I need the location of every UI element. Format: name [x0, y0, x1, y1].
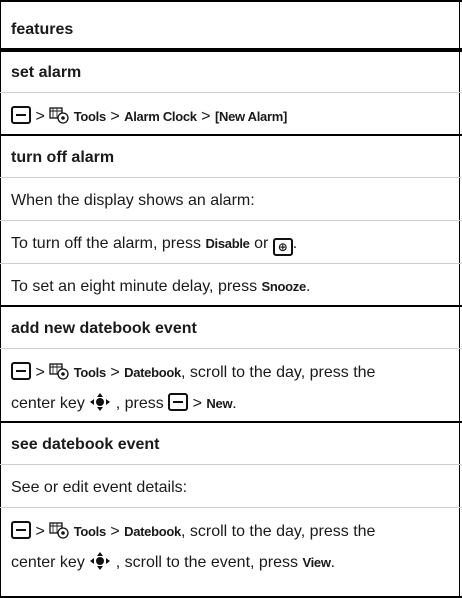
divider — [0, 220, 462, 221]
menu-key-icon — [11, 362, 31, 380]
menu-key-icon — [11, 521, 31, 539]
divider — [0, 134, 462, 136]
tools-icon — [49, 363, 69, 380]
turn-off-intro: When the display shows an alarm: — [11, 192, 255, 209]
turn-off-line: To turn off the alarm, press Disable or … — [11, 235, 298, 256]
set-alarm-path: > Tools > Alarm Clock > [New Alarm] — [0, 106, 462, 127]
add-event-line-1: > Tools > Datebook, scroll to the day, p… — [0, 362, 462, 383]
header-divider — [0, 48, 462, 52]
see-event-line-2: center key , scroll to the event, press … — [0, 551, 462, 573]
nav-center-key-icon — [90, 393, 111, 411]
section-heading: see datebook event — [11, 436, 160, 453]
divider — [0, 177, 462, 178]
divider — [0, 348, 462, 349]
divider — [0, 464, 462, 465]
divider — [0, 0, 462, 2]
snooze-line: To set an eight minute delay, press Snoo… — [11, 278, 311, 295]
table-frame — [0, 0, 460, 598]
menu-key-icon — [168, 393, 189, 411]
menu-key-icon — [11, 106, 31, 124]
see-event-intro: See or edit event details: — [11, 479, 188, 496]
divider — [0, 263, 462, 264]
nav-center-key-icon — [90, 552, 111, 570]
tools-icon — [49, 522, 69, 539]
table-header: features — [11, 21, 74, 38]
power-key-icon: ⊕ — [272, 238, 293, 256]
section-heading: set alarm — [11, 64, 82, 81]
divider — [0, 92, 462, 93]
divider — [0, 421, 462, 423]
see-event-line-1: > Tools > Datebook, scroll to the day, p… — [0, 521, 462, 542]
tools-icon — [49, 107, 69, 124]
add-event-line-2: center key , press > New. — [0, 392, 462, 414]
divider — [0, 305, 462, 307]
section-heading: turn off alarm — [11, 149, 115, 166]
divider — [0, 507, 462, 508]
section-heading: add new datebook event — [11, 320, 197, 337]
